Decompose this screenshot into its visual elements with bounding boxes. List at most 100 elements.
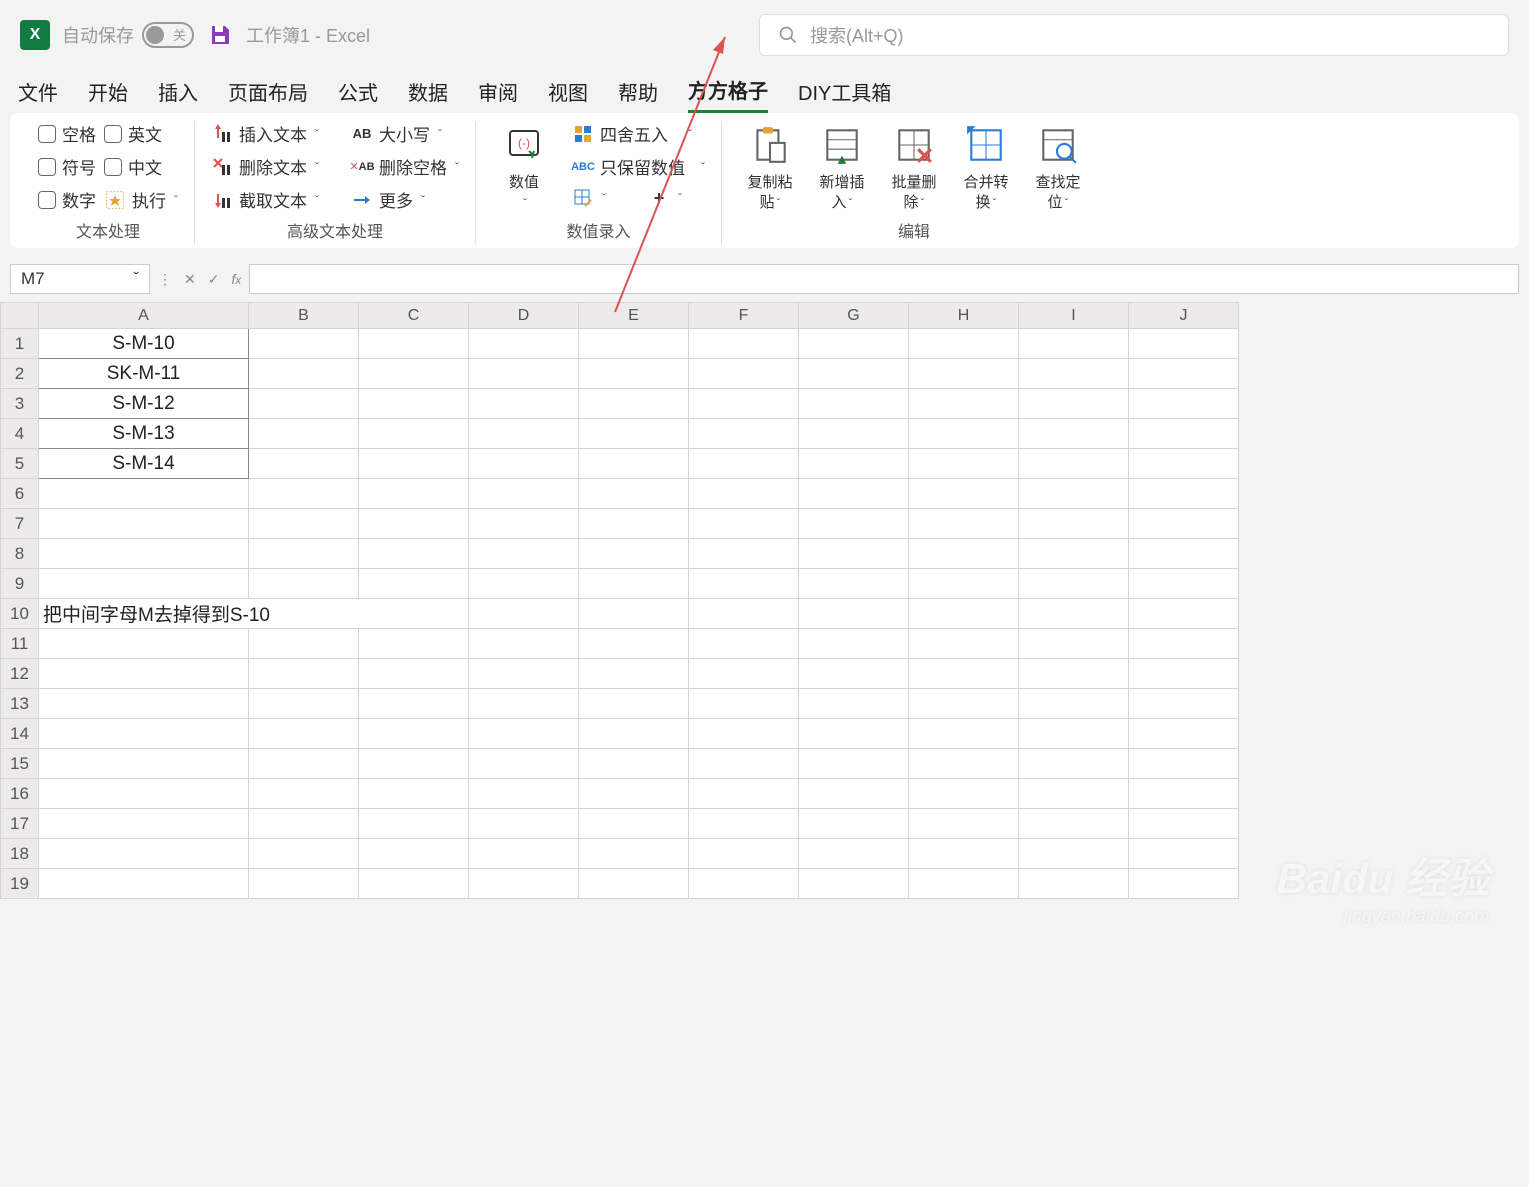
cell[interactable] [359,479,469,509]
cell[interactable] [1019,659,1129,689]
cell[interactable] [909,479,1019,509]
cancel-icon[interactable]: ✕ [184,271,196,288]
cell[interactable] [249,629,359,659]
tab-data[interactable]: 数据 [408,71,448,112]
cell[interactable] [799,869,909,899]
cell[interactable] [1019,809,1129,839]
row-header[interactable]: 10 [1,599,39,629]
cell[interactable] [689,389,799,419]
cell[interactable] [579,869,689,899]
row-header[interactable]: 19 [1,869,39,899]
cell[interactable] [579,749,689,779]
merge-convert-button[interactable]: 合并转换ˇ [954,121,1018,212]
cell[interactable] [579,659,689,689]
cell[interactable] [689,719,799,749]
tab-home[interactable]: 开始 [88,71,128,112]
cell[interactable] [469,539,579,569]
cell[interactable] [579,599,689,629]
cell[interactable] [909,839,1019,869]
cell[interactable] [469,689,579,719]
cell[interactable] [469,359,579,389]
cell[interactable] [909,869,1019,899]
delete-text-button[interactable]: 删除文本ˇ [211,154,319,179]
cell[interactable] [1129,749,1239,779]
cell[interactable] [469,779,579,809]
cell[interactable] [39,839,249,869]
cell[interactable] [689,659,799,689]
check-number[interactable]: 数字 [38,187,96,212]
row-header[interactable]: 5 [1,449,39,479]
tab-fanggezi[interactable]: 方方格子 [688,69,768,113]
cell[interactable] [579,329,689,359]
cell[interactable] [1129,779,1239,809]
cell[interactable]: S-M-10 [39,329,249,359]
cell[interactable] [689,449,799,479]
select-all-corner[interactable] [1,303,39,329]
cell[interactable] [359,539,469,569]
autosave-toggle[interactable]: 自动保存 关 [62,22,194,48]
row-header[interactable]: 15 [1,749,39,779]
cell[interactable] [249,809,359,839]
cell[interactable] [1129,659,1239,689]
cell[interactable] [249,419,359,449]
cell[interactable] [579,449,689,479]
cell[interactable] [579,539,689,569]
cell[interactable] [1129,359,1239,389]
cell[interactable] [1129,629,1239,659]
cell[interactable] [799,779,909,809]
cell[interactable] [1129,839,1239,869]
cell[interactable] [1019,839,1129,869]
cell[interactable] [359,509,469,539]
cell[interactable] [359,329,469,359]
round-button[interactable]: 四舍五入ˇ [572,121,705,146]
cell[interactable] [909,569,1019,599]
cell[interactable] [909,509,1019,539]
cell[interactable] [799,749,909,779]
cell[interactable] [39,689,249,719]
add-insert-button[interactable]: 新增插入ˇ [810,121,874,212]
cell[interactable] [689,839,799,869]
cell[interactable] [1019,359,1129,389]
col-header[interactable]: A [39,303,249,329]
delete-space-button[interactable]: ✕AB删除空格ˇ [351,154,459,179]
batch-delete-button[interactable]: 批量删除ˇ [882,121,946,212]
row-header[interactable]: 1 [1,329,39,359]
cell[interactable] [359,659,469,689]
fx-icon[interactable]: fx [231,271,241,287]
cell[interactable] [249,659,359,689]
cell[interactable] [469,629,579,659]
row-header[interactable]: 3 [1,389,39,419]
cell[interactable] [689,479,799,509]
cell[interactable] [909,419,1019,449]
cell[interactable] [39,569,249,599]
cell[interactable] [359,359,469,389]
cell[interactable] [1019,539,1129,569]
cell[interactable] [689,569,799,599]
cell[interactable] [799,359,909,389]
cell[interactable] [39,509,249,539]
cell[interactable] [1129,479,1239,509]
cell[interactable] [39,719,249,749]
cell[interactable] [1019,869,1129,899]
cell[interactable] [909,659,1019,689]
cell[interactable] [469,869,579,899]
col-header[interactable]: G [799,303,909,329]
cell[interactable] [469,599,579,629]
cell[interactable] [689,809,799,839]
cell[interactable] [689,779,799,809]
row-header[interactable]: 7 [1,509,39,539]
cell[interactable] [1019,599,1129,629]
cell[interactable] [469,839,579,869]
cell[interactable] [799,509,909,539]
cell[interactable] [799,419,909,449]
cell[interactable] [39,539,249,569]
cell[interactable] [689,419,799,449]
cell[interactable] [249,479,359,509]
cell[interactable] [799,689,909,719]
search-input[interactable]: 搜索(Alt+Q) [759,14,1509,56]
cell[interactable] [689,599,799,629]
cell[interactable] [39,749,249,779]
cell[interactable] [799,719,909,749]
save-icon[interactable] [206,21,234,49]
check-space[interactable]: 空格 [38,121,96,146]
